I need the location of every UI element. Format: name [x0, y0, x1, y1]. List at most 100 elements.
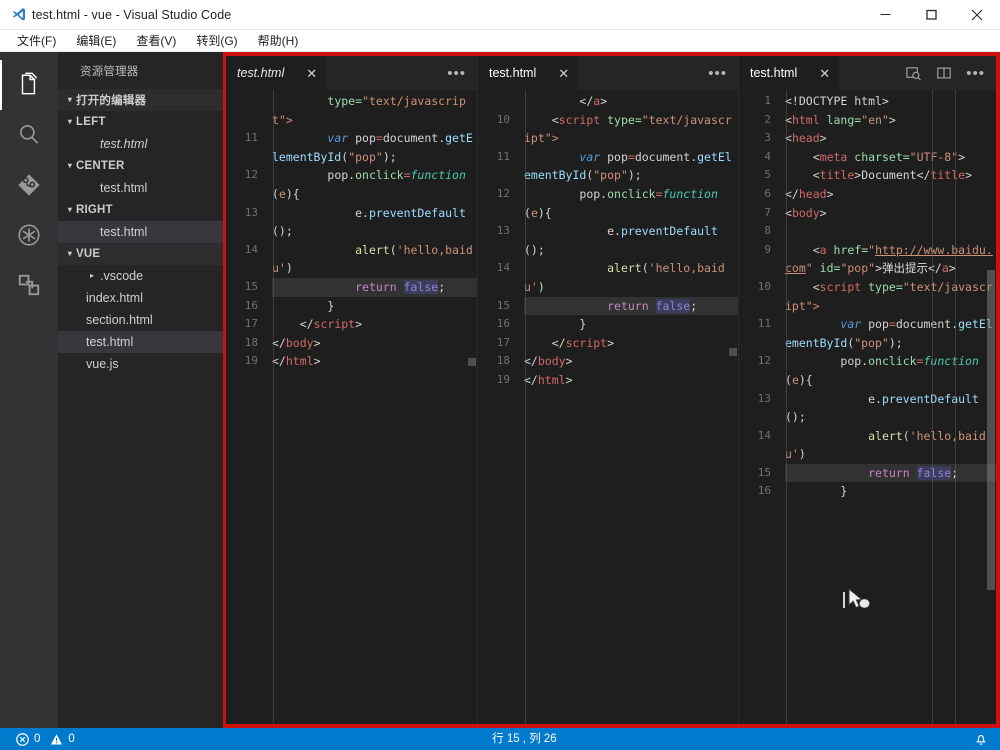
- menu-help[interactable]: 帮助(H): [249, 31, 308, 51]
- menu-goto[interactable]: 转到(G): [187, 31, 246, 51]
- tab-label: test.html: [489, 66, 537, 80]
- code-text: pop.onclick=function(e){: [272, 168, 466, 201]
- code-editor-left[interactable]: type="text/javascript"> 11 var pop=docume…: [226, 90, 477, 724]
- vertical-scrollbar-right[interactable]: [986, 90, 996, 724]
- ellipsis-icon[interactable]: •••: [708, 66, 727, 81]
- error-circle-icon: [16, 732, 29, 746]
- status-problems[interactable]: 0 0: [16, 732, 75, 746]
- code-text: <!DOCTYPE html>: [785, 94, 889, 108]
- split-editor-icon[interactable]: [936, 65, 952, 81]
- cursor-position[interactable]: 行 15 , 列 26: [486, 728, 563, 750]
- open-editor-left-test-html[interactable]: test.html: [58, 133, 223, 155]
- bell-icon[interactable]: [974, 732, 988, 746]
- code-line: 6 </head>: [739, 185, 996, 204]
- line-number: 13: [244, 205, 258, 219]
- code-text: e.preventDefault();: [785, 391, 979, 425]
- group-left-label: LEFT: [76, 116, 106, 128]
- code-line: 17 </script>: [226, 315, 477, 334]
- tab-left-test-html[interactable]: test.html ✕: [226, 56, 327, 90]
- vertical-scrollbar-left[interactable]: [467, 90, 477, 724]
- close-button[interactable]: [954, 0, 1000, 30]
- line-number: 15: [757, 465, 771, 479]
- folder-vscode[interactable]: ▸ .vscode: [58, 265, 223, 287]
- tab-center-test-html[interactable]: test.html ✕: [478, 56, 579, 90]
- file-index-html[interactable]: index.html: [58, 287, 223, 309]
- menu-edit[interactable]: 编辑(E): [67, 31, 125, 51]
- code-text: </head>: [785, 186, 834, 201]
- editor-area-annotation: test.html ✕ ••• type="text/javascript"> 1…: [223, 52, 1000, 728]
- file-label: section.html: [86, 313, 153, 327]
- code-line: 15 return false;: [478, 296, 738, 316]
- minimize-button[interactable]: [862, 0, 908, 30]
- code-line: 16 }: [478, 315, 738, 334]
- code-text: return false;: [785, 463, 996, 483]
- code-text: </html>: [272, 354, 321, 369]
- close-icon[interactable]: ✕: [294, 67, 317, 80]
- code-text: </script>: [299, 317, 363, 332]
- sidebar-section-project[interactable]: ▾ VUE: [58, 243, 223, 265]
- maximize-button[interactable]: [908, 0, 954, 30]
- file-label: test.html: [86, 335, 134, 349]
- file-test-html[interactable]: test.html: [58, 331, 223, 353]
- tab-right-test-html[interactable]: test.html ✕: [739, 56, 840, 90]
- vscode-window: test.html - vue - Visual Studio Code 文件(…: [0, 0, 1000, 750]
- sidebar-section-open-editors[interactable]: ▾ 打开的编辑器: [58, 89, 223, 111]
- search-icon: [16, 122, 42, 148]
- folder-label: .vscode: [100, 269, 144, 283]
- line-number: 8: [764, 224, 771, 238]
- close-icon[interactable]: ✕: [807, 67, 830, 80]
- line-number: 11: [496, 149, 510, 163]
- code-line: 19 </html>: [478, 371, 738, 390]
- code-line: 9 <a href="http://www.baidu.com" id="pop…: [739, 241, 996, 278]
- file-section-html[interactable]: section.html: [58, 309, 223, 331]
- project-label: VUE: [76, 248, 101, 260]
- sidebar-group-center[interactable]: ▾ CENTER: [58, 155, 223, 177]
- code-text: </html>: [524, 372, 573, 387]
- warning-triangle-icon: [50, 733, 63, 746]
- code-text: }: [272, 298, 335, 313]
- code-line: type="text/javascript">: [226, 92, 477, 129]
- sidebar-group-right[interactable]: ▾ RIGHT: [58, 199, 223, 221]
- code-line: 15 return false;: [226, 277, 477, 297]
- code-text: return false;: [524, 296, 738, 316]
- file-label: test.html: [100, 225, 148, 239]
- line-number: 14: [757, 428, 771, 442]
- code-line: 12 pop.onclick=function(e){: [739, 352, 996, 389]
- activity-explorer[interactable]: [0, 60, 58, 110]
- preview-icon[interactable]: [905, 65, 922, 82]
- ellipsis-icon[interactable]: •••: [447, 66, 466, 81]
- activity-source-control[interactable]: [0, 160, 58, 210]
- line-number: 19: [496, 372, 510, 386]
- code-line: 10 <script type="text/javascript">: [478, 111, 738, 148]
- file-label: test.html: [100, 137, 148, 151]
- code-editor-center[interactable]: </a> 10 <script type="text/javascript"> 11…: [478, 90, 738, 724]
- menu-file[interactable]: 文件(F): [8, 31, 65, 51]
- code-text: <script type="text/javascript">: [524, 112, 732, 146]
- sidebar-group-left[interactable]: ▾ LEFT: [58, 111, 223, 133]
- code-text: return false;: [272, 277, 477, 297]
- open-editor-right-test-html[interactable]: test.html: [58, 221, 223, 243]
- editor-groups: test.html ✕ ••• type="text/javascript"> 1…: [226, 56, 996, 724]
- code-line: 1 <!DOCTYPE html>: [739, 92, 996, 111]
- code-line: 14 alert('hello,baidu'): [478, 259, 738, 296]
- activity-extensions[interactable]: [0, 260, 58, 310]
- activity-search[interactable]: [0, 110, 58, 160]
- vertical-scrollbar-center[interactable]: [728, 90, 738, 724]
- code-content-right: 1 <!DOCTYPE html> 2 <html lang="en"> 3 <head>…: [739, 90, 996, 724]
- open-editor-center-test-html[interactable]: test.html: [58, 177, 223, 199]
- activity-debug[interactable]: [0, 210, 58, 260]
- line-number: 17: [244, 317, 258, 331]
- code-text: var pop=document.getElementById("pop");: [272, 131, 473, 164]
- group-right-label: RIGHT: [76, 204, 113, 216]
- menu-view[interactable]: 查看(V): [127, 31, 185, 51]
- line-number: 1: [764, 94, 771, 107]
- file-vue-js[interactable]: vue.js: [58, 353, 223, 375]
- ellipsis-icon[interactable]: •••: [966, 66, 985, 81]
- code-line: </a>: [478, 92, 738, 111]
- code-editor-right[interactable]: 1 <!DOCTYPE html> 2 <html lang="en"> 3 <head>…: [739, 90, 996, 724]
- line-number: 6: [764, 186, 771, 200]
- code-line: 8: [739, 222, 996, 241]
- code-text: var pop=document.getElementById("pop");: [785, 317, 993, 350]
- code-line: 16 }: [226, 297, 477, 316]
- close-icon[interactable]: ✕: [546, 67, 569, 80]
